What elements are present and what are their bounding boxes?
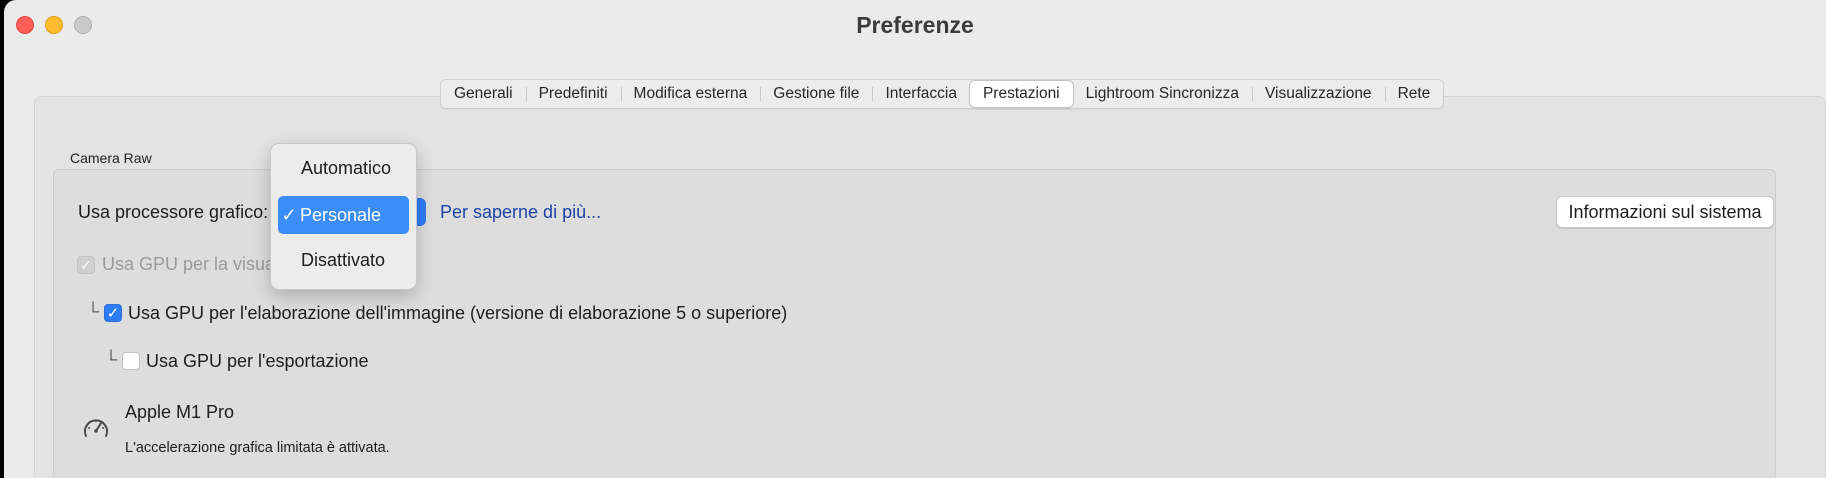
export-gpu-checkbox[interactable] xyxy=(122,352,140,370)
window-title: Preferenze xyxy=(856,12,974,38)
tab-visualizzazione[interactable]: Visualizzazione xyxy=(1252,80,1385,108)
system-info-button[interactable]: Informazioni sul sistema xyxy=(1556,196,1774,228)
checkmark-icon: ✓ xyxy=(281,204,297,225)
tab-generali[interactable]: Generali xyxy=(441,80,526,108)
dropdown-option-automatico[interactable]: Automatico xyxy=(278,149,409,187)
tab-modifica-esterna[interactable]: Modifica esterna xyxy=(620,80,761,108)
tree-connector-icon: └ xyxy=(105,350,118,369)
dropdown-option-label: Personale xyxy=(300,204,382,225)
export-gpu-label: Usa GPU per l'esportazione xyxy=(146,351,369,371)
tab-interfaccia[interactable]: Interfaccia xyxy=(872,80,970,108)
gpu-name: Apple M1 Pro xyxy=(125,402,235,422)
checkmark-icon: ✓ xyxy=(80,256,92,273)
camera-raw-group-label: Camera Raw xyxy=(70,150,152,166)
tab-lightroom-sincronizza[interactable]: Lightroom Sincronizza xyxy=(1073,80,1252,108)
tab-prestazioni[interactable]: Prestazioni xyxy=(969,81,1073,107)
gpu-processor-dropdown: Automatico ✓ Personale Disattivato xyxy=(270,143,417,290)
display-gpu-label: Usa GPU per la visual xyxy=(102,254,280,274)
image-gpu-checkbox[interactable]: ✓ xyxy=(104,304,122,322)
preferences-tabs: Generali Predefiniti Modifica esterna Ge… xyxy=(440,79,1445,109)
tree-connector-icon: └ xyxy=(87,302,100,321)
tab-predefiniti[interactable]: Predefiniti xyxy=(525,80,621,108)
checkmark-icon: ✓ xyxy=(106,305,120,322)
preferences-window: Preferenze Generali Predefiniti Modifica… xyxy=(4,0,1826,478)
dropdown-option-personale[interactable]: ✓ Personale xyxy=(278,196,409,234)
gpu-processor-label: Usa processore grafico: xyxy=(78,202,269,222)
tab-gestione-file[interactable]: Gestione file xyxy=(760,80,872,108)
title-bar: Preferenze xyxy=(4,0,1826,54)
tab-rete[interactable]: Rete xyxy=(1384,80,1444,108)
speedometer-icon xyxy=(84,419,108,437)
learn-more-link[interactable]: Per saperne di più... xyxy=(440,202,601,223)
dropdown-option-disattivato[interactable]: Disattivato xyxy=(278,241,409,279)
image-gpu-label: Usa GPU per l'elaborazione dell'immagine… xyxy=(128,303,788,323)
display-gpu-checkbox: ✓ xyxy=(77,256,95,274)
gpu-acceleration-note: L'accelerazione grafica limitata è attiv… xyxy=(125,440,390,456)
